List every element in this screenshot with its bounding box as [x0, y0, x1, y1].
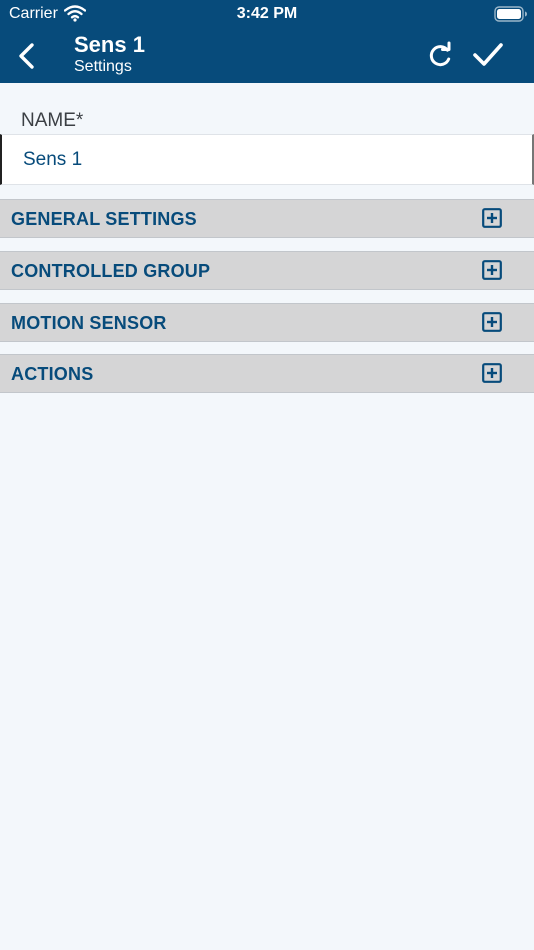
name-field-label: NAME*	[21, 110, 84, 131]
nav-title-block: Sens 1 Settings	[74, 32, 145, 76]
section-motion-sensor[interactable]: MOTION SENSOR	[0, 303, 534, 342]
section-controlled-group[interactable]: CONTROLLED GROUP	[0, 251, 534, 290]
plus-square-icon	[482, 260, 502, 280]
plus-square-icon	[482, 312, 502, 332]
refresh-button[interactable]	[423, 38, 457, 72]
status-bar: Carrier 3:42 PM	[0, 0, 534, 28]
section-label: GENERAL SETTINGS	[11, 209, 197, 229]
chevron-left-icon	[19, 43, 34, 69]
page-subtitle: Settings	[74, 58, 132, 75]
checkmark-icon	[473, 43, 503, 66]
navigation-bar: Sens 1 Settings	[0, 28, 534, 83]
status-time: 3:42 PM	[236, 5, 298, 22]
page-title: Sens 1	[74, 32, 145, 57]
back-button[interactable]	[8, 36, 48, 76]
section-label: CONTROLLED GROUP	[11, 261, 211, 281]
section-label: ACTIONS	[11, 364, 94, 384]
section-general-settings[interactable]: GENERAL SETTINGS	[0, 199, 534, 238]
battery-full-icon	[494, 6, 527, 22]
refresh-icon	[429, 41, 451, 67]
save-button[interactable]	[468, 36, 508, 74]
plus-square-icon	[482, 208, 502, 228]
section-actions[interactable]: ACTIONS	[0, 354, 534, 393]
plus-square-icon	[482, 363, 502, 383]
name-input[interactable]	[0, 134, 534, 185]
section-label: MOTION SENSOR	[11, 313, 167, 333]
